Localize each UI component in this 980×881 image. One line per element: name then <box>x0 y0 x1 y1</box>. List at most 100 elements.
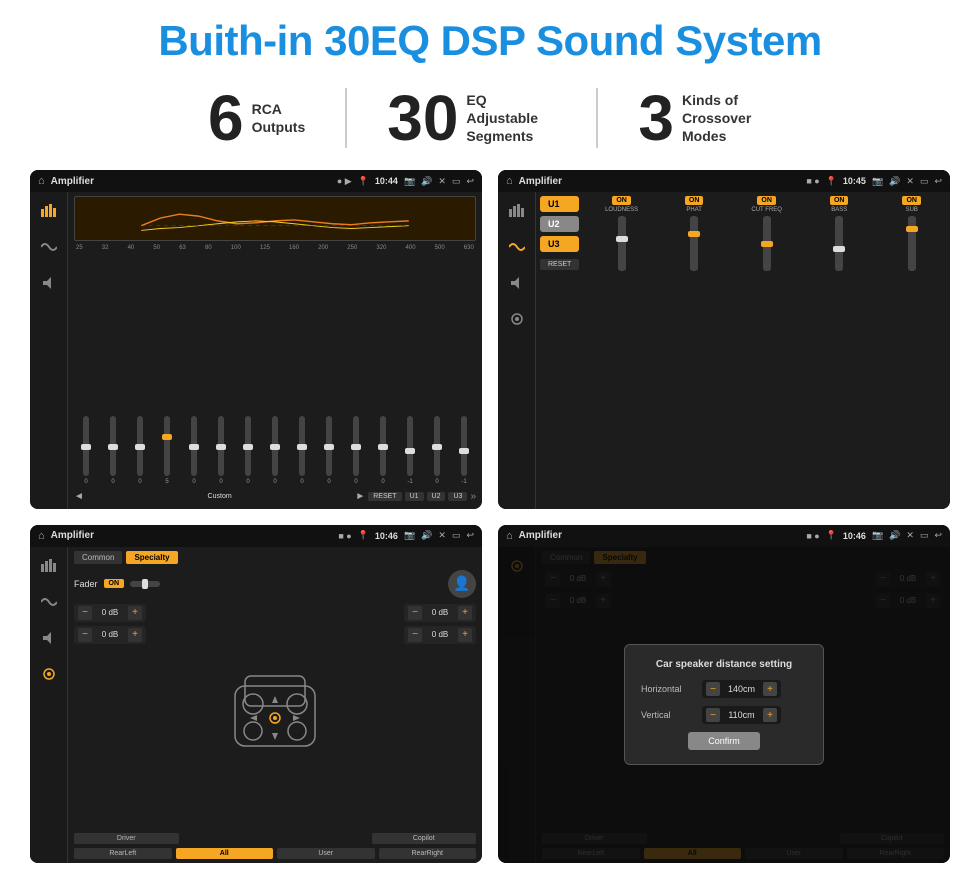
fader-bottom-row2: RearLeft All User RearRight <box>74 848 476 859</box>
eq-next-arrow[interactable]: ► <box>355 491 365 502</box>
crossover-home-icon: ⌂ <box>506 175 513 187</box>
ch-bass: ON BASS <box>805 196 874 271</box>
fader-rearright-btn[interactable]: RearRight <box>379 848 477 859</box>
stat-label-rca: RCAOutputs <box>252 100 306 136</box>
crossover-sidebar-wave-icon[interactable] <box>506 236 528 258</box>
crossover-u1-btn[interactable]: U1 <box>540 196 579 212</box>
fader-profile-icon[interactable]: 👤 <box>448 570 476 598</box>
crossover-main-area: U1 U2 U3 RESET ON LOUDNESS <box>536 192 950 508</box>
ch-phat: ON PHAT <box>660 196 729 271</box>
fader-vol-rr-minus[interactable]: − <box>408 628 422 642</box>
stat-rca: 6 RCAOutputs <box>168 86 345 150</box>
crossover-u2-btn[interactable]: U2 <box>540 216 579 232</box>
confirm-button[interactable]: Confirm <box>688 732 760 750</box>
crossover-channels: ON LOUDNESS ON PHAT <box>587 196 946 271</box>
ch-loudness: ON LOUDNESS <box>587 196 656 271</box>
sub-label: SUB <box>906 207 918 213</box>
dialog-vol-icon: 🔊 <box>889 530 900 541</box>
eq-slider-11: 0 <box>344 416 368 485</box>
crossover-u3-btn[interactable]: U3 <box>540 236 579 252</box>
home-icon: ⌂ <box>38 175 45 187</box>
dialog-vertical-plus[interactable]: + <box>763 708 777 722</box>
crossover-dot-icon: ■ ● <box>806 176 819 186</box>
fader-user-btn[interactable]: User <box>277 848 375 859</box>
eq-sidebar-eq-icon[interactable] <box>38 200 60 222</box>
crossover-sidebar-vol-icon[interactable] <box>506 272 528 294</box>
eq-dot-icon: ● ▶ <box>337 176 352 187</box>
eq-curve-display <box>74 196 476 241</box>
loudness-slider[interactable] <box>618 216 626 271</box>
stat-number-rca: 6 <box>208 86 244 150</box>
fader-sidebar-wave-icon[interactable] <box>38 591 60 613</box>
fader-vol-rl-minus[interactable]: − <box>78 628 92 642</box>
crossover-app-title: Amplifier <box>519 176 801 187</box>
bass-slider[interactable] <box>835 216 843 271</box>
cutfreq-slider[interactable] <box>763 216 771 271</box>
fader-spacer <box>183 833 368 844</box>
fader-vol-rl-value: 0 dB <box>95 630 125 639</box>
cutfreq-on-btn[interactable]: ON <box>757 196 776 205</box>
eq-u1-btn[interactable]: U1 <box>405 492 424 501</box>
fader-vol-fr-plus[interactable]: + <box>458 606 472 620</box>
dialog-dot-icon: ■ ● <box>806 531 819 541</box>
crossover-sidebar-speaker-icon[interactable] <box>506 308 528 330</box>
fader-dot-icon: ■ ● <box>338 531 351 541</box>
sub-on-btn[interactable]: ON <box>902 196 921 205</box>
stat-label-eq: EQ AdjustableSegments <box>466 91 556 146</box>
fader-vol-fl-minus[interactable]: − <box>78 606 92 620</box>
dialog-horizontal-minus[interactable]: − <box>706 682 720 696</box>
dialog-horizontal-stepper[interactable]: − 140cm + <box>702 680 781 698</box>
eq-sidebar-vol-icon[interactable] <box>38 272 60 294</box>
sub-slider[interactable] <box>908 216 916 271</box>
crossover-back-icon: ↩ <box>934 176 942 187</box>
eq-reset-btn[interactable]: RESET <box>368 492 401 501</box>
fader-cam-icon: 📷 <box>404 530 415 541</box>
eq-sidebar-wave-icon[interactable] <box>38 236 60 258</box>
fader-sidebar-eq-icon[interactable] <box>38 555 60 577</box>
dialog-horizontal-plus[interactable]: + <box>763 682 777 696</box>
dialog-vertical-stepper[interactable]: − 110cm + <box>702 706 781 724</box>
fader-screen-content: Common Specialty Fader ON 👤 <box>30 547 482 863</box>
fader-vol-rl-plus[interactable]: + <box>128 628 142 642</box>
stat-number-eq: 30 <box>387 86 458 150</box>
dialog-vertical-minus[interactable]: − <box>706 708 720 722</box>
phat-slider[interactable] <box>690 216 698 271</box>
fader-sidebar-vol-icon[interactable] <box>38 627 60 649</box>
fader-sidebar-speaker-icon[interactable] <box>38 663 60 685</box>
fader-vol-fr-minus[interactable]: − <box>408 606 422 620</box>
eq-slider-6: 0 <box>209 416 233 485</box>
fader-vol-fr: − 0 dB + <box>404 604 476 622</box>
stats-row: 6 RCAOutputs 30 EQ AdjustableSegments 3 … <box>30 86 950 150</box>
dialog-x-icon: ✕ <box>906 530 914 541</box>
eq-prev-arrow[interactable]: ◄ <box>74 491 84 502</box>
crossover-reset-btn[interactable]: RESET <box>540 259 579 270</box>
fader-on-btn[interactable]: ON <box>104 579 125 588</box>
fader-tab-common[interactable]: Common <box>74 551 122 564</box>
eq-slider-8: 0 <box>263 416 287 485</box>
fader-vol-rr-plus[interactable]: + <box>458 628 472 642</box>
phat-on-btn[interactable]: ON <box>685 196 704 205</box>
loudness-on-btn[interactable]: ON <box>612 196 631 205</box>
crossover-screen-content: U1 U2 U3 RESET ON LOUDNESS <box>498 192 950 508</box>
fader-bottom-row1: Driver Copilot <box>74 833 476 844</box>
fader-vol-fl-plus[interactable]: + <box>128 606 142 620</box>
dialog-overlay: Car speaker distance setting Horizontal … <box>498 547 950 863</box>
fader-vol-fl: − 0 dB + <box>74 604 146 622</box>
bass-on-btn[interactable]: ON <box>830 196 849 205</box>
eq-slider-10: 0 <box>317 416 341 485</box>
eq-rect-icon: ▭ <box>452 176 461 187</box>
fader-driver-btn[interactable]: Driver <box>74 833 179 844</box>
crossover-sidebar-eq-icon[interactable] <box>506 200 528 222</box>
fader-rearleft-btn[interactable]: RearLeft <box>74 848 172 859</box>
crossover-cam-icon: 📷 <box>872 176 883 187</box>
eq-u3-btn[interactable]: U3 <box>448 492 467 501</box>
stat-label-crossover: Kinds ofCrossover Modes <box>682 91 772 146</box>
eq-sliders-row: 0 0 0 5 <box>74 254 476 484</box>
fader-copilot-btn[interactable]: Copilot <box>372 833 477 844</box>
eq-slider-2: 0 <box>101 416 125 485</box>
dialog-horizontal-value: 140cm <box>724 684 759 694</box>
eq-u2-btn[interactable]: U2 <box>427 492 446 501</box>
crossover-x-icon: ✕ <box>906 176 914 187</box>
fader-all-btn[interactable]: All <box>176 848 274 859</box>
fader-tab-specialty[interactable]: Specialty <box>126 551 177 564</box>
